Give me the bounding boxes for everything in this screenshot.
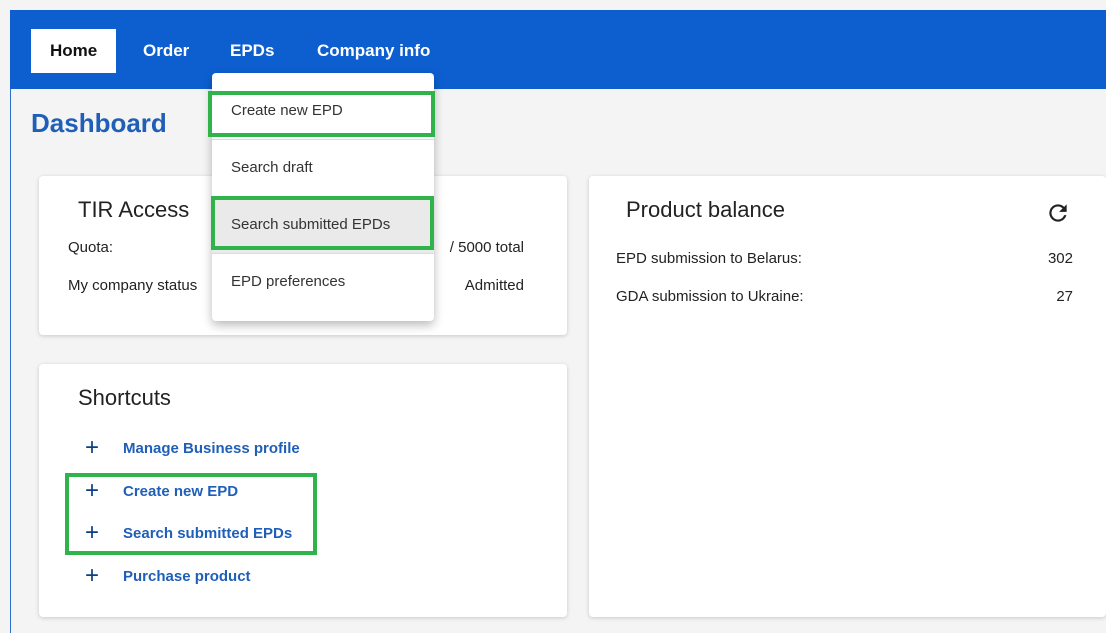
shortcut-create-new-epd[interactable]: + Create new EPD bbox=[82, 477, 239, 504]
menu-item-epd-preferences[interactable]: EPD preferences bbox=[212, 254, 434, 310]
epds-dropdown-menu: Create new EPD Search draft Search submi… bbox=[212, 73, 434, 321]
product-row-value: 27 bbox=[1056, 288, 1073, 305]
menu-item-search-draft[interactable]: Search draft bbox=[212, 140, 434, 196]
quota-label: Quota: bbox=[68, 239, 114, 256]
shortcuts-title: Shortcuts bbox=[78, 385, 171, 410]
product-balance-title: Product balance bbox=[626, 197, 785, 222]
menu-item-search-submitted-epds[interactable]: Search submitted EPDs bbox=[212, 197, 434, 253]
shortcut-label: Purchase product bbox=[123, 567, 251, 585]
shortcut-manage-business-profile[interactable]: + Manage Business profile bbox=[82, 434, 300, 461]
product-row-value: 302 bbox=[1047, 250, 1073, 267]
page-title: Dashboard bbox=[31, 108, 167, 138]
nav-order[interactable]: Order bbox=[124, 29, 208, 73]
shortcut-purchase-product[interactable]: + Purchase product bbox=[82, 562, 251, 589]
company-status-label: My company status bbox=[68, 277, 198, 294]
plus-icon: + bbox=[84, 477, 99, 504]
tir-access-title: TIR Access bbox=[78, 197, 190, 222]
plus-icon: + bbox=[84, 434, 99, 461]
nav-company-info[interactable]: Company info bbox=[298, 29, 449, 73]
menu-item-create-new-epd[interactable]: Create new EPD bbox=[212, 83, 434, 139]
shortcut-label: Search submitted EPDs bbox=[123, 524, 293, 542]
top-navbar: Home Order EPDs Company info bbox=[10, 10, 1106, 89]
nav-home[interactable]: Home bbox=[31, 29, 117, 73]
product-balance-card bbox=[589, 176, 1106, 617]
nav-epds[interactable]: EPDs bbox=[211, 29, 293, 73]
shortcut-label: Create new EPD bbox=[123, 482, 239, 500]
plus-icon: + bbox=[84, 519, 99, 546]
product-row-label: GDA submission to Ukraine: bbox=[616, 288, 804, 305]
shortcut-search-submitted-epds[interactable]: + Search submitted EPDs bbox=[82, 519, 293, 546]
company-status-value: Admitted bbox=[464, 277, 524, 294]
plus-icon: + bbox=[84, 562, 99, 589]
quota-value: / 5000 total bbox=[449, 239, 524, 256]
shortcut-label: Manage Business profile bbox=[123, 439, 300, 457]
product-row-label: EPD submission to Belarus: bbox=[616, 250, 802, 267]
refresh-icon[interactable] bbox=[1045, 200, 1071, 226]
